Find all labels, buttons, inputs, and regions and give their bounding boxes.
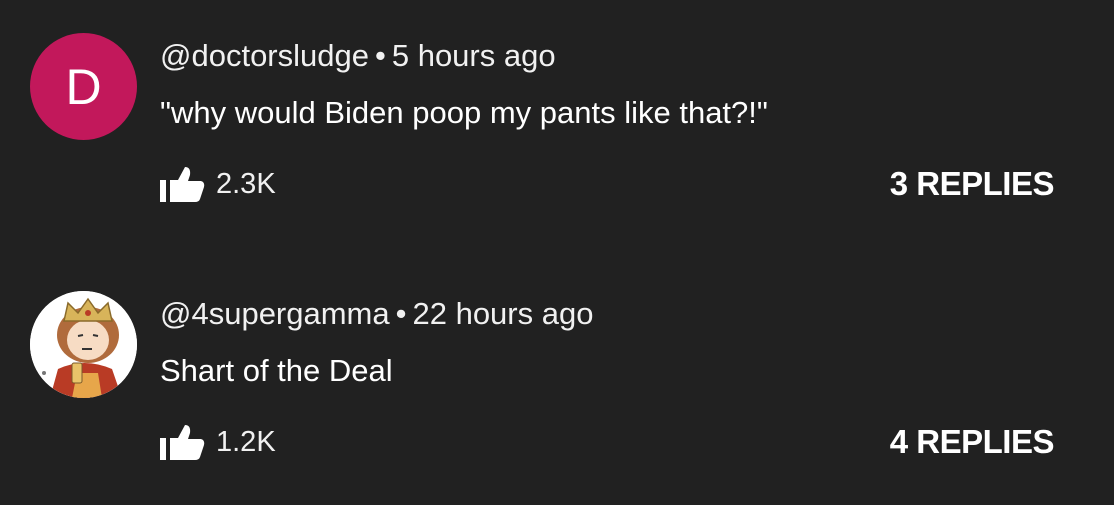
meta-separator: •: [395, 296, 407, 331]
author-name[interactable]: @4supergamma: [160, 296, 390, 331]
comment-header: @4supergamma • 22 hours ago: [160, 296, 593, 332]
comment-text: "why would Biden poop my pants like that…: [160, 95, 768, 130]
replies-button[interactable]: 3 REPLIES: [890, 164, 1055, 204]
comment-item: @4supergamma • 22 hours ago Shart of the D…: [0, 258, 1114, 478]
comment-text: Shart of the Deal: [160, 353, 393, 388]
meta-separator: •: [374, 38, 386, 73]
thumbs-up-icon[interactable]: [160, 424, 205, 460]
like-count: 1.2K: [216, 426, 276, 458]
like-section: 2.3K: [160, 166, 276, 202]
thumbs-up-icon[interactable]: [160, 166, 205, 202]
cartoon-king-avatar-icon: [30, 291, 137, 398]
avatar-letter: D: [65, 58, 102, 115]
comment-time: 22 hours ago: [412, 296, 594, 331]
author-name[interactable]: @doctorsludge: [160, 38, 369, 73]
comment-item: D @doctorsludge • 5 hours ago "why would B…: [0, 0, 1114, 220]
avatar[interactable]: [30, 291, 137, 398]
comment-time: 5 hours ago: [391, 38, 556, 73]
comment-header: @doctorsludge • 5 hours ago: [160, 38, 556, 74]
like-count: 2.3K: [216, 168, 276, 200]
like-section: 1.2K: [160, 424, 276, 460]
avatar[interactable]: D: [30, 33, 137, 140]
replies-button[interactable]: 4 REPLIES: [890, 422, 1055, 462]
